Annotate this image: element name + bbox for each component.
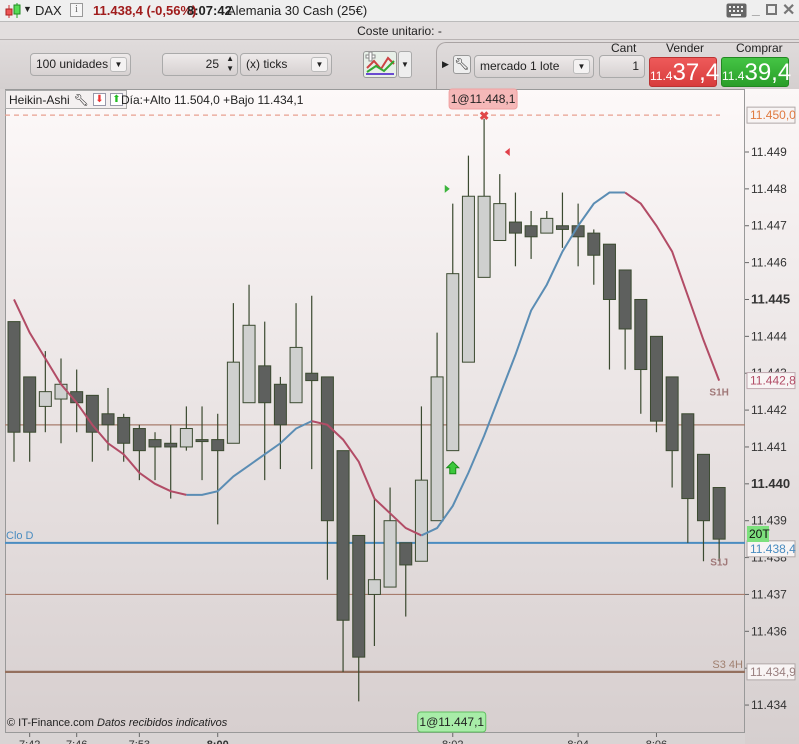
candle-body: [211, 439, 225, 452]
candle-body: [132, 428, 146, 452]
ma-price-tag-label: 11.442,8: [750, 374, 796, 388]
candle-body: [508, 221, 522, 234]
candle-body: [602, 243, 616, 300]
triangle-right-icon: [444, 184, 450, 193]
trade-label: 1@11.448,1: [451, 92, 516, 106]
candle-body: [665, 376, 679, 452]
level-label: S3 4H: [712, 659, 743, 671]
candle-body: [618, 269, 632, 330]
arrow-up-icon: [445, 461, 460, 475]
triangle-left-icon: [504, 148, 510, 156]
pivot-label: S1J: [710, 557, 728, 568]
candle-body: [634, 298, 648, 371]
data-notice: Datos recibidos indicativos: [97, 717, 228, 729]
x-tick-label: 8:04: [567, 739, 588, 744]
candle-body: [336, 450, 350, 621]
candle-body: [320, 376, 334, 522]
candle-body: [305, 372, 319, 382]
x-tick-label: 8:06: [646, 739, 667, 744]
chart-type-selector[interactable]: Heikin-Ashi 🔧︎ ⬇ ⬆: [5, 90, 127, 109]
price-tag-label: 11.438,4: [750, 542, 796, 556]
candle-body: [649, 335, 663, 422]
candle-body: [414, 479, 428, 562]
level-label: Clo D: [6, 530, 34, 542]
candle-body: [85, 394, 99, 433]
copyright: © IT-Finance.com: [7, 717, 94, 729]
candle-body: [54, 383, 68, 400]
price-tag-label: 11.450,0: [750, 108, 796, 122]
candle-body: [195, 439, 209, 443]
y-tick-label: 11.449: [751, 145, 787, 159]
y-tick-label: 11.437: [751, 587, 787, 601]
candle-body: [242, 324, 256, 404]
candle-body: [712, 487, 726, 540]
candle-body: [367, 579, 381, 595]
moving-average-line: [186, 420, 313, 496]
candle-body: [38, 391, 52, 407]
trade-label: 1@11.447,1: [419, 715, 484, 729]
candle-body: [540, 217, 554, 234]
y-tick-label: 11.445: [751, 291, 790, 306]
candle-body: [493, 203, 507, 241]
sell-arrow-icon[interactable]: ⬇: [92, 93, 106, 106]
candle-body: [399, 542, 413, 566]
candle-body: [179, 428, 193, 448]
candle-body: [101, 413, 115, 426]
candle-body: [461, 195, 475, 363]
candle-body: [446, 273, 460, 452]
candle-body: [477, 195, 491, 278]
x-tick-label: 7:53: [129, 739, 150, 744]
candle-body: [696, 453, 710, 522]
chart-plot: 11.43411.43511.43611.43711.43811.43911.4…: [5, 88, 796, 744]
y-tick-label: 11.442: [751, 403, 787, 417]
candle-body: [681, 413, 695, 500]
candle-body: [148, 439, 162, 448]
candle-body: [352, 534, 366, 658]
y-tick-label: 11.444: [751, 329, 787, 343]
y-tick-label: 11.434: [751, 698, 787, 712]
candle-body: [289, 346, 303, 404]
candle-body: [226, 361, 240, 444]
y-tick-label: 11.446: [751, 256, 787, 270]
candle-body: [164, 442, 178, 448]
price-tag-label: 11.434,9: [750, 665, 796, 679]
candle-body: [430, 376, 444, 522]
candle-body: [383, 520, 397, 588]
candle-body: [7, 321, 21, 433]
countdown-label: 20T: [749, 527, 770, 541]
x-tick-label: 8:00: [207, 739, 229, 744]
y-tick-label: 11.447: [751, 219, 787, 233]
candle-body: [524, 225, 538, 238]
x-tick-label: 7:46: [66, 739, 87, 744]
day-range: Día:+Alto 11.504,0 +Bajo 11.434,1: [121, 93, 304, 107]
trade-x-icon: ✖: [479, 109, 489, 123]
wrench-icon[interactable]: 🔧︎: [74, 93, 89, 107]
chart-type: Heikin-Ashi: [9, 92, 70, 107]
x-tick-label: 8:02: [442, 739, 463, 744]
candle-body: [587, 232, 601, 256]
x-tick-label: 7:42: [19, 739, 40, 744]
candle-body: [23, 376, 37, 433]
y-tick-label: 11.440: [751, 476, 790, 491]
candle-body: [117, 416, 131, 444]
y-tick-label: 11.436: [751, 624, 787, 638]
footer-notice: © IT-Finance.com Datos recibidos indicat…: [7, 717, 227, 729]
y-tick-label: 11.439: [751, 514, 787, 528]
candle-body: [273, 383, 287, 426]
candle-body: [258, 365, 272, 404]
y-tick-label: 11.441: [751, 440, 787, 454]
pivot-label: S1H: [709, 388, 728, 399]
candle-body: [555, 225, 569, 230]
y-tick-label: 11.448: [751, 182, 787, 196]
